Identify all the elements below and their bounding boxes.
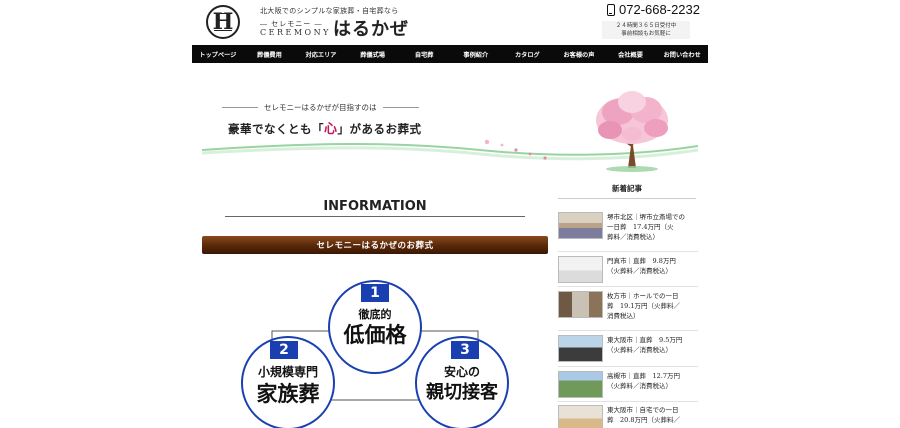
feature-1-line2: 低価格: [343, 322, 407, 347]
phone-text: 072-668-2232: [619, 2, 700, 17]
post-thumbnail[interactable]: [558, 371, 603, 398]
hours-line-2: 事前相談もお気軽に: [621, 31, 671, 37]
post-line: 東大阪市｜自宅での一日: [607, 406, 679, 414]
post-line: （火葬料／消費税込）: [607, 267, 672, 275]
nav-item-contact[interactable]: お問い合わせ: [656, 45, 708, 63]
hero-rule-left: [222, 107, 258, 108]
nav-item-hall[interactable]: 葬儀式場: [347, 45, 399, 63]
post-text[interactable]: 枚方市｜ホールでの一日 葬 19.1万円（火葬料／ 消費税込）: [607, 291, 680, 321]
recent-posts-rule: [558, 198, 696, 199]
post-thumbnail[interactable]: [558, 256, 603, 283]
nav-item-company[interactable]: 会社概要: [605, 45, 657, 63]
feature-2-number: 2: [270, 341, 298, 359]
post-text[interactable]: 堺市北区｜堺市立斎場での 一日葬 17.4万円（火 葬料／消費税込）: [607, 212, 685, 242]
post-divider: [558, 366, 698, 367]
post-divider: [558, 330, 698, 331]
hero-rule-right: [382, 107, 419, 108]
post-line: 堺市北区｜堺市立斎場での: [607, 213, 685, 221]
feature-3-number: 3: [451, 341, 479, 359]
post-thumbnail[interactable]: [558, 291, 603, 318]
post-line: 高槻市｜直葬 12.7万円: [607, 372, 680, 380]
post-text[interactable]: 東大阪市｜直葬 9.5万円 （火葬料／消費税込）: [607, 335, 682, 362]
hero-title-pre: 豪華でなくとも「: [228, 122, 324, 136]
nav-item-catalog[interactable]: カタログ: [502, 45, 554, 63]
hours-line-1: ２４時間３６５日受付中: [615, 23, 677, 29]
main-nav: トップページ 葬儀費用 対応エリア 葬儀式場 自宅葬 事例紹介 カタログ お客様…: [192, 45, 708, 63]
post-text[interactable]: 門真市｜直葬 9.8万円 （火葬料／消費税込）: [607, 256, 676, 283]
recent-post[interactable]: 高槻市｜直葬 12.7万円 （火葬料／消費税込）: [558, 371, 698, 398]
phone-number[interactable]: 072-668-2232: [607, 2, 700, 17]
hero-title-accent: 心: [324, 122, 338, 137]
feature-1-number: 1: [361, 284, 389, 302]
recent-post[interactable]: 東大阪市｜自宅での一日 葬 20.8万円（火葬料／: [558, 405, 698, 428]
post-thumbnail[interactable]: [558, 405, 603, 428]
nav-item-cost[interactable]: 葬儀費用: [244, 45, 296, 63]
nav-item-home-funeral[interactable]: 自宅葬: [398, 45, 450, 63]
post-line: 東大阪市｜直葬 9.5万円: [607, 336, 683, 344]
post-divider: [558, 286, 698, 287]
information-rule: [225, 216, 525, 217]
post-thumbnail[interactable]: [558, 212, 603, 239]
post-line: 門真市｜直葬 9.8万円: [607, 257, 676, 265]
logo-icon[interactable]: H: [206, 5, 240, 39]
hero-title-post: 」があるお葬式: [337, 122, 422, 136]
recent-post[interactable]: 枚方市｜ホールでの一日 葬 19.1万円（火葬料／ 消費税込）: [558, 291, 698, 321]
features-diagram: 1 徹底的 低価格 2 小規模専門 家族葬 3 安心の 親切接客: [230, 275, 520, 428]
feature-2-line2: 家族葬: [256, 381, 320, 406]
brand-name[interactable]: はるかぜ: [333, 15, 409, 41]
recent-post[interactable]: 門真市｜直葬 9.8万円 （火葬料／消費税込）: [558, 256, 698, 283]
post-line: 枚方市｜ホールでの一日: [607, 292, 679, 300]
post-divider: [558, 251, 698, 252]
hero-banner: セレモニーはるかぜが目指すのは 豪華でなくとも「心」があるお葬式: [200, 80, 700, 180]
post-line: 一日葬 17.4万円（火: [607, 223, 674, 231]
information-heading: INFORMATION: [323, 199, 427, 214]
post-line: 葬 20.8万円（火葬料／: [607, 416, 680, 424]
post-text[interactable]: 高槻市｜直葬 12.7万円 （火葬料／消費税込）: [607, 371, 680, 398]
mobile-phone-icon: [607, 3, 616, 16]
nav-item-voices[interactable]: お客様の声: [553, 45, 605, 63]
logo-letter: H: [212, 9, 234, 35]
nav-item-cases[interactable]: 事例紹介: [450, 45, 502, 63]
post-line: 葬 19.1万円（火葬料／: [607, 302, 680, 310]
hero-title: 豪華でなくとも「心」があるお葬式: [228, 118, 422, 137]
post-line: （火葬料／消費税込）: [607, 346, 672, 354]
post-line: 消費税込）: [607, 312, 640, 320]
post-divider: [558, 401, 698, 402]
recent-post[interactable]: 東大阪市｜直葬 9.5万円 （火葬料／消費税込）: [558, 335, 698, 362]
post-thumbnail[interactable]: [558, 335, 603, 362]
post-line: 葬料／消費税込）: [607, 233, 659, 241]
section-banner: セレモニーはるかぜのお葬式: [202, 236, 548, 254]
feature-3-line2: 親切接客: [426, 382, 498, 403]
nav-item-area[interactable]: 対応エリア: [295, 45, 347, 63]
nav-item-top[interactable]: トップページ: [192, 45, 244, 63]
brand-english: CEREMONY: [260, 28, 331, 37]
hero-subtitle: セレモニーはるかぜが目指すのは: [222, 102, 419, 113]
recent-post[interactable]: 堺市北区｜堺市立斎場での 一日葬 17.4万円（火 葬料／消費税込）: [558, 212, 698, 242]
site-header: H 北大阪でのシンプルな家族葬・自宅葬なら ― セレモニー ― CEREMONY…: [192, 0, 708, 44]
hours-note: ２４時間３６５日受付中 事前相談もお気軽に: [602, 21, 690, 39]
post-text[interactable]: 東大阪市｜自宅での一日 葬 20.8万円（火葬料／: [607, 405, 680, 428]
post-line: （火葬料／消費税込）: [607, 382, 672, 390]
hero-subtitle-text: セレモニーはるかぜが目指すのは: [264, 103, 377, 112]
recent-posts-title: 新着記事: [612, 184, 642, 193]
